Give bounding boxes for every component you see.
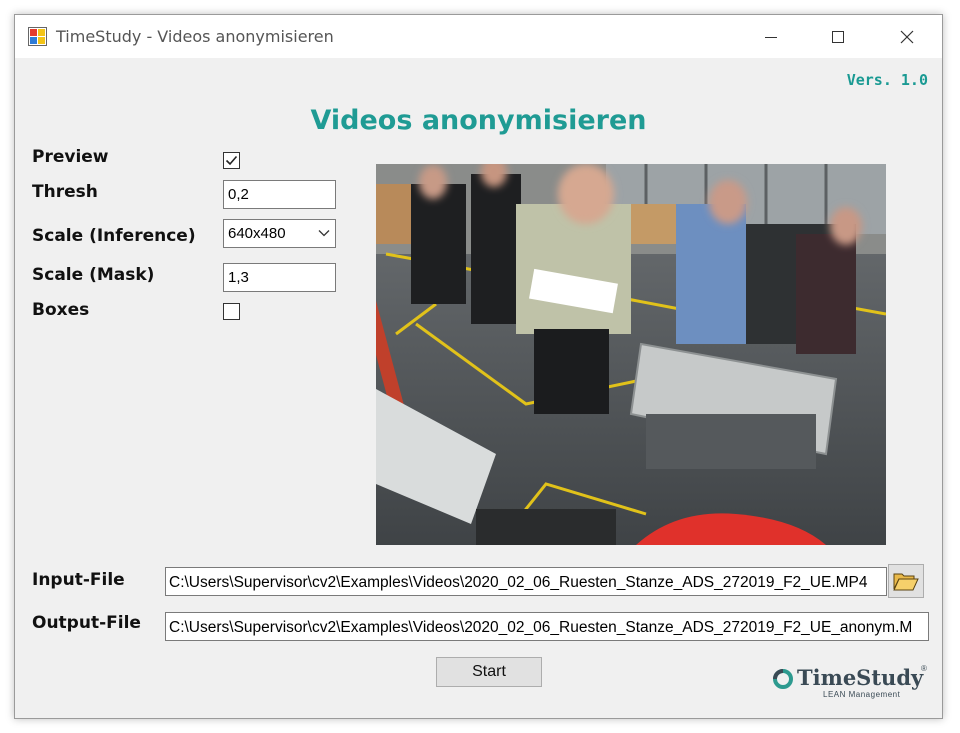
- scale-inference-value: 640x480: [228, 225, 286, 242]
- logo-name: TimeStudy: [797, 665, 924, 690]
- app-icon: [28, 27, 47, 46]
- logo-registered: ®: [921, 664, 927, 673]
- input-file-label: Input-File: [32, 570, 125, 590]
- preview-checkbox[interactable]: [223, 152, 240, 169]
- timestudy-logo: TimeStudy ® LEAN Management: [771, 664, 931, 704]
- version-label: Vers. 1.0: [846, 71, 928, 89]
- chevron-down-icon: [318, 230, 330, 237]
- output-file-field[interactable]: C:\Users\Supervisor\cv2\Examples\Videos\…: [165, 612, 929, 641]
- scale-inference-select[interactable]: 640x480: [223, 219, 336, 248]
- video-preview: [376, 164, 886, 545]
- output-file-label: Output-File: [32, 613, 141, 633]
- window-title: TimeStudy - Videos anonymisieren: [56, 27, 334, 46]
- close-icon: [900, 30, 914, 43]
- start-button[interactable]: Start: [436, 657, 542, 687]
- boxes-label: Boxes: [32, 300, 90, 320]
- maximize-button[interactable]: [815, 15, 861, 58]
- minimize-icon: [765, 36, 777, 38]
- scale-mask-input[interactable]: 1,3: [223, 263, 336, 292]
- scale-inference-label: Scale (Inference): [32, 226, 196, 246]
- logo-swirl-icon: [773, 669, 793, 689]
- title-bar[interactable]: TimeStudy - Videos anonymisieren: [15, 15, 942, 58]
- maximize-icon: [832, 30, 844, 43]
- input-file-field[interactable]: C:\Users\Supervisor\cv2\Examples\Videos\…: [165, 567, 887, 596]
- app-window: TimeStudy - Videos anonymisieren Vers. 1…: [14, 14, 943, 719]
- checkmark-icon: [225, 155, 238, 166]
- thresh-input[interactable]: 0,2: [223, 180, 336, 209]
- boxes-checkbox[interactable]: [223, 303, 240, 320]
- logo-tagline: LEAN Management: [823, 690, 901, 699]
- close-button[interactable]: [884, 15, 930, 58]
- minimize-button[interactable]: [748, 15, 794, 58]
- page-title: Videos anonymisieren: [310, 105, 647, 136]
- preview-label: Preview: [32, 147, 109, 167]
- scale-mask-label: Scale (Mask): [32, 265, 155, 285]
- thresh-label: Thresh: [32, 182, 98, 202]
- browse-button[interactable]: [888, 564, 924, 598]
- open-folder-icon: [893, 573, 919, 591]
